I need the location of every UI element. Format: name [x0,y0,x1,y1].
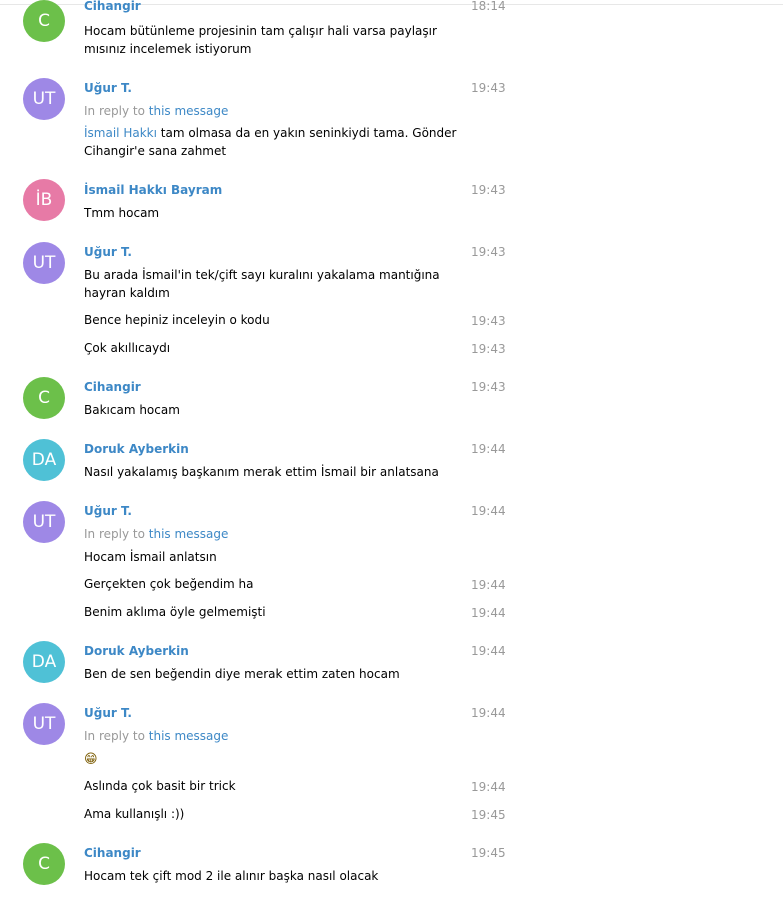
message-time: 19:43 [471,314,506,328]
message-time: 19:44 [471,442,506,456]
message-text: Hocam bütünleme projesinin tam çalışır h… [84,24,437,56]
message-time: 19:44 [471,606,506,620]
message-text: Tmm hocam [84,206,160,220]
avatar[interactable]: C [23,843,65,885]
reply-prefix: In reply to [84,527,145,541]
message-text: Bence hepiniz inceleyin o kodu [84,313,270,327]
avatar[interactable]: UT [23,242,65,284]
message-text: Gerçekten çok beğendim ha [84,577,254,591]
message-text: Ama kullanışlı :)) [84,807,185,821]
message-text: 😁 [84,750,464,769]
message-text: Bu arada İsmail'in tek/çift sayı kuralın… [84,268,440,300]
message-time: 18:14 [471,0,506,13]
avatar[interactable]: C [23,377,65,419]
reply-header: In reply to this message [84,104,228,118]
message-time: 19:43 [471,380,506,394]
message-time: 19:43 [471,342,506,356]
reply-header: In reply to this message [84,729,228,743]
grinning-face-icon: 😁 [84,752,98,767]
author-name[interactable]: İsmail Hakkı Bayram [84,183,222,197]
message-text: İsmail Hakkı tam olmasa da en yakın seni… [84,124,464,160]
message-time: 19:44 [471,706,506,720]
author-name[interactable]: Cihangir [84,380,141,394]
reply-link[interactable]: this message [149,104,229,118]
message-time: 19:45 [471,846,506,860]
author-name[interactable]: Uğur T. [84,706,132,720]
avatar[interactable]: UT [23,501,65,543]
reply-header: In reply to this message [84,527,228,541]
reply-prefix: In reply to [84,104,145,118]
avatar[interactable]: DA [23,439,65,481]
author-name[interactable]: Cihangir [84,0,141,13]
avatar[interactable]: C [23,0,65,42]
message-time: 19:44 [471,780,506,794]
avatar[interactable]: UT [23,78,65,120]
message-time: 19:43 [471,245,506,259]
message-text: Hocam tek çift mod 2 ile alınır başka na… [84,869,379,883]
user-mention[interactable]: İsmail Hakkı [84,126,157,140]
message-text: Ben de sen beğendin diye merak ettim zat… [84,667,400,681]
avatar[interactable]: DA [23,641,65,683]
message-time: 19:44 [471,578,506,592]
avatar[interactable]: İB [23,179,65,221]
chat-history[interactable]: C Cihangir 18:14 Hocam bütünleme projesi… [0,0,783,897]
author-name[interactable]: Doruk Ayberkin [84,644,189,658]
reply-link[interactable]: this message [149,527,229,541]
message-text: Aslında çok basit bir trick [84,779,236,793]
author-name[interactable]: Uğur T. [84,504,132,518]
message-text: Nasıl yakalamış başkanım merak ettim İsm… [84,465,439,479]
author-name[interactable]: Uğur T. [84,81,132,95]
author-name[interactable]: Doruk Ayberkin [84,442,189,456]
reply-prefix: In reply to [84,729,145,743]
message-text: Benim aklıma öyle gelmemişti [84,605,266,619]
author-name[interactable]: Cihangir [84,846,141,860]
message-text: Hocam İsmail anlatsın [84,550,217,564]
message-text: Çok akıllıcaydı [84,341,171,355]
author-name[interactable]: Uğur T. [84,245,132,259]
message-text: Bakıcam hocam [84,403,180,417]
message-time: 19:43 [471,183,506,197]
reply-link[interactable]: this message [149,729,229,743]
message-time: 19:43 [471,81,506,95]
message-time: 19:44 [471,504,506,518]
message-time: 19:44 [471,644,506,658]
message-time: 19:45 [471,808,506,822]
avatar[interactable]: UT [23,703,65,745]
